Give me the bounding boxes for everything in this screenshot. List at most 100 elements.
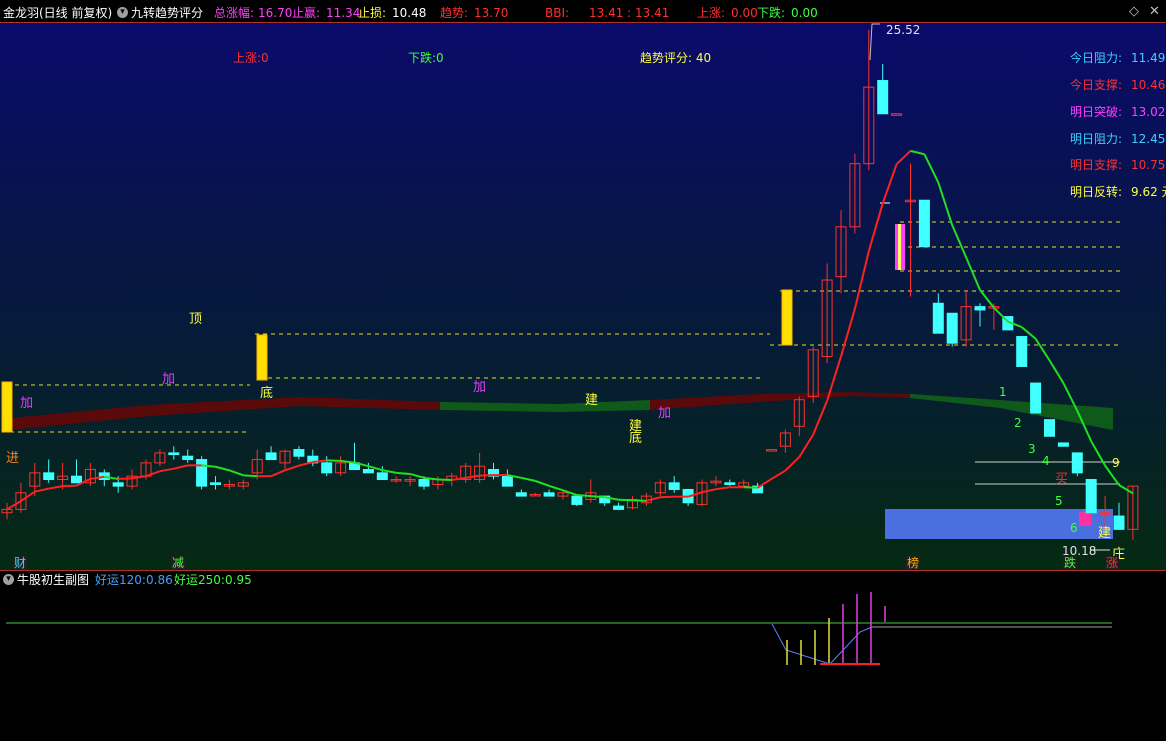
candle-body [571, 495, 583, 505]
countdown-number: 3 [1028, 442, 1036, 456]
candle-body [196, 459, 208, 487]
candle-body [543, 492, 555, 497]
level-value: 12.45 [1131, 132, 1166, 146]
candle-body [1071, 452, 1083, 474]
countdown-number: 6 [1070, 521, 1078, 535]
signal-label: 建 [585, 393, 599, 408]
candle-body [71, 475, 82, 484]
candle-body [98, 472, 110, 480]
signal-bar [256, 334, 268, 381]
target-zone [885, 509, 1113, 539]
stat-value: 13.41 : 13.41 [589, 6, 670, 20]
stat-value: 0.00 [791, 6, 818, 20]
ma-segment [62, 484, 77, 488]
signal-label: 顶 [189, 312, 203, 327]
diamond-icon[interactable]: ◇ [1129, 5, 1139, 19]
indicator-title: 九转趋势评分 [131, 6, 204, 20]
candle-body [724, 482, 736, 485]
sub-item-label: 好运250: [174, 573, 225, 587]
candle-body [974, 306, 986, 311]
candle-body [321, 462, 333, 474]
ma-segment [243, 474, 258, 478]
ma-segment [479, 474, 494, 477]
ma-segment [118, 477, 133, 480]
bottom-tag: 减 [171, 556, 186, 570]
candle-body [1016, 336, 1028, 367]
candle-body [43, 472, 55, 480]
stock-title: 金龙羽(日线 前复权) [3, 6, 113, 20]
stat-label: BBI: [545, 6, 570, 20]
candle-body [210, 482, 221, 485]
level-value: 9.62 元 [1131, 185, 1166, 199]
stat-label: 下跌: [757, 6, 786, 20]
stat-label: 止损: [358, 6, 387, 20]
countdown-number: 5 [1055, 494, 1063, 508]
candle-body [515, 492, 527, 497]
ma-segment [743, 486, 758, 489]
sub-panel-title: 牛股初生副图 [17, 573, 90, 587]
level-label: 今日支撑: [1070, 78, 1123, 92]
candle-body [1057, 442, 1069, 447]
stat-label: 总涨幅: [214, 6, 255, 20]
signal-bar-inner [898, 224, 901, 270]
sub-collapse-icon[interactable]: ▾ [3, 574, 14, 585]
ma-segment [396, 471, 411, 475]
ma-segment [201, 464, 216, 468]
stat-value: 16.70 [258, 6, 293, 20]
candle-body [1030, 382, 1042, 414]
stat-value: 11.34 [326, 6, 361, 20]
candle-body [501, 475, 513, 487]
stat-value: 13.70 [474, 6, 509, 20]
candle-body [946, 312, 958, 344]
countdown-number: 2 [1014, 416, 1022, 430]
candle-body [1085, 478, 1097, 514]
close-panel-icon[interactable]: ✕ [1149, 5, 1160, 19]
candle-body [182, 455, 194, 461]
signal-bar [1, 381, 13, 433]
main-panel-background [0, 22, 1166, 570]
bottom-tag: 财 [13, 556, 28, 570]
signal-label: 进 [6, 451, 20, 466]
stat-value: 10.48 [392, 6, 427, 20]
down-count: 下跌:0 [408, 51, 444, 65]
sub-item-value: 0.86 [146, 573, 173, 587]
ma-segment [618, 498, 633, 502]
bottom-tag: 跌 [1063, 556, 1078, 570]
signal-label: 加 [658, 406, 672, 421]
signal-label: 买 [1055, 472, 1069, 487]
level-label: 明日阻力: [1070, 132, 1123, 146]
signal-label: 底 [629, 431, 643, 446]
signal-label: 加 [162, 372, 176, 387]
candle-body [918, 199, 930, 248]
bottom-tag: 榜 [906, 556, 921, 570]
candle-body [265, 452, 277, 461]
ma-segment [326, 459, 341, 462]
signal-label: 加 [473, 380, 487, 395]
trend-score: 趋势评分: 40 [640, 51, 712, 65]
indicator-collapse-icon[interactable]: ▾ [117, 7, 128, 18]
candle-body [613, 505, 625, 510]
ma-segment [437, 478, 452, 482]
bottom-tag: 涨 [1105, 556, 1120, 570]
candle-body [168, 452, 180, 456]
signal-label: 底 [260, 386, 274, 401]
candle-body [877, 80, 889, 115]
sub-item-value: 0.95 [225, 573, 252, 587]
candle-body [932, 302, 944, 334]
countdown-number: 4 [1042, 454, 1050, 468]
signal-label: 加 [20, 396, 34, 411]
candle-body [293, 449, 305, 457]
sub-item-label: 好运120: [95, 573, 146, 587]
peak-price-label: 25.52 [886, 23, 921, 37]
ma-segment [590, 495, 605, 499]
candle-body [362, 469, 374, 474]
countdown-number: 9 [1112, 456, 1120, 470]
signal-label: 建 [1098, 526, 1112, 541]
candle-body [1113, 515, 1125, 530]
level-value: 11.49 [1131, 51, 1166, 65]
level-value: 10.46 [1131, 78, 1166, 92]
ma-segment [576, 494, 591, 498]
candle-body [668, 482, 680, 490]
level-value: 13.02 [1131, 105, 1166, 119]
ma-segment [660, 495, 675, 499]
